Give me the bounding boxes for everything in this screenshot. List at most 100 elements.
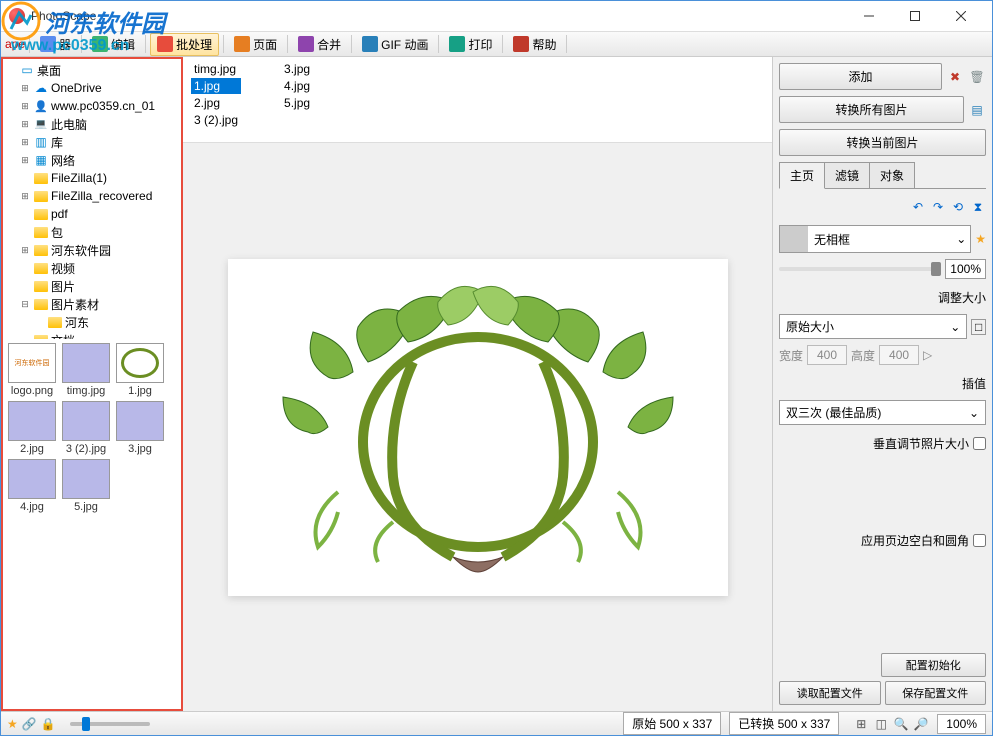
toolbar-item-edit[interactable]: 编辑 bbox=[86, 34, 141, 55]
window-title: PhotoScape bbox=[31, 9, 846, 23]
apply-size-icon[interactable]: ▷ bbox=[923, 348, 932, 362]
rotate-icon[interactable]: ⟲ bbox=[950, 199, 966, 215]
file-list-item[interactable]: 3.jpg bbox=[281, 61, 313, 77]
lock-aspect-icon[interactable]: □ bbox=[971, 319, 986, 335]
tree-item[interactable]: ⊞▥库 bbox=[5, 133, 179, 151]
redo-icon[interactable]: ↷ bbox=[930, 199, 946, 215]
thumbnail[interactable]: 1.jpg bbox=[115, 343, 165, 397]
convert-all-button[interactable]: 转换所有图片 bbox=[779, 96, 964, 123]
actual-size-icon[interactable]: ◫ bbox=[873, 716, 889, 732]
thumb-zoom-slider[interactable] bbox=[70, 722, 150, 726]
tree-item[interactable]: ⊞FileZilla_recovered bbox=[5, 187, 179, 205]
resize-title: 调整大小 bbox=[779, 285, 986, 308]
flip-icon[interactable]: ⧗ bbox=[970, 199, 986, 215]
toolbar-item-batch[interactable]: 批处理 bbox=[150, 33, 219, 56]
thumbnail[interactable]: 2.jpg bbox=[7, 401, 57, 455]
tree-item[interactable]: 文档 bbox=[5, 331, 179, 339]
toolbar-item-view[interactable]: 器 bbox=[34, 34, 77, 55]
trash-icon[interactable]: 🗑 bbox=[968, 68, 986, 86]
margin-round-checkbox[interactable] bbox=[973, 534, 986, 547]
interp-value: 双三次 (最佳品质) bbox=[786, 404, 881, 421]
tree-item[interactable]: ⊞👤www.pc0359.cn_01 bbox=[5, 97, 179, 115]
tree-item[interactable]: FileZilla(1) bbox=[5, 169, 179, 187]
tree-item[interactable]: 图片 bbox=[5, 277, 179, 295]
undo-icon[interactable]: ↶ bbox=[910, 199, 926, 215]
zoom-out-icon[interactable]: 🔍 bbox=[893, 716, 909, 732]
chevron-down-icon: ⌄ bbox=[969, 406, 979, 420]
frame-select[interactable]: 无相框 ⌄ bbox=[779, 225, 971, 253]
preview-image bbox=[228, 259, 728, 596]
folder-tree[interactable]: ▭桌面⊞☁OneDrive⊞👤www.pc0359.cn_01⊞💻此电脑⊞▥库⊞… bbox=[3, 59, 181, 339]
zoom-in-icon[interactable]: 🔎 bbox=[913, 716, 929, 732]
file-list-item[interactable]: 3 (2).jpg bbox=[191, 112, 241, 128]
load-config-button[interactable]: 读取配置文件 bbox=[779, 681, 881, 705]
vertical-adjust-checkbox[interactable] bbox=[973, 437, 986, 450]
toolbar-item-help[interactable]: 帮助 bbox=[507, 34, 562, 55]
close-button[interactable] bbox=[938, 1, 984, 31]
reset-config-button[interactable]: 配置初始化 bbox=[881, 653, 987, 677]
list-icon[interactable]: ▤ bbox=[968, 101, 986, 119]
tree-item[interactable]: ⊟图片素材 bbox=[5, 295, 179, 313]
tree-item[interactable]: 视频 bbox=[5, 259, 179, 277]
width-input[interactable] bbox=[807, 345, 847, 365]
tab-1[interactable]: 滤镜 bbox=[824, 162, 870, 188]
star-icon[interactable]: ★ bbox=[975, 232, 986, 246]
preview-area[interactable] bbox=[183, 143, 772, 711]
right-panel: 添加 ✖ 🗑 转换所有图片 ▤ 转换当前图片 主页滤镜对象 ↶ ↷ ⟲ ⧗ 无相… bbox=[772, 57, 992, 711]
tree-item[interactable]: ▭桌面 bbox=[5, 61, 179, 79]
thumbnail[interactable]: 5.jpg bbox=[61, 459, 111, 513]
convert-current-button[interactable]: 转换当前图片 bbox=[779, 129, 986, 156]
thumbnail[interactable]: 河东软件园logo.png bbox=[7, 343, 57, 397]
file-list-item[interactable]: 2.jpg bbox=[191, 95, 241, 111]
frame-value: 无相框 bbox=[808, 231, 952, 248]
tab-0[interactable]: 主页 bbox=[779, 162, 825, 189]
minimize-button[interactable] bbox=[846, 1, 892, 31]
tree-item[interactable]: 包 bbox=[5, 223, 179, 241]
file-list-item[interactable]: 1.jpg bbox=[191, 78, 241, 94]
file-list-item[interactable]: 5.jpg bbox=[281, 95, 313, 111]
toolbar-item-gif[interactable]: GIF 动画 bbox=[356, 34, 434, 55]
height-input[interactable] bbox=[879, 345, 919, 365]
tab-2[interactable]: 对象 bbox=[869, 162, 915, 188]
add-button[interactable]: 添加 bbox=[779, 63, 942, 90]
zoom-value: 100% bbox=[937, 714, 986, 734]
thumbnail-grid[interactable]: 河东软件园logo.pngtimg.jpg1.jpg 2.jpg3 (2).jpg… bbox=[3, 339, 181, 709]
save-config-button[interactable]: 保存配置文件 bbox=[885, 681, 987, 705]
toolbar-item-merge[interactable]: 合并 bbox=[292, 34, 347, 55]
toolbar-item-page[interactable]: 页面 bbox=[228, 34, 283, 55]
tree-item[interactable]: ⊞☁OneDrive bbox=[5, 79, 179, 97]
thumbnail[interactable]: 3.jpg bbox=[115, 401, 165, 455]
resize-mode-value: 原始大小 bbox=[786, 318, 834, 335]
tree-item[interactable]: pdf bbox=[5, 205, 179, 223]
tree-item[interactable]: ⊞河东软件园 bbox=[5, 241, 179, 259]
tree-item[interactable]: ⊞💻此电脑 bbox=[5, 115, 179, 133]
maximize-button[interactable] bbox=[892, 1, 938, 31]
tree-item[interactable]: 河东 bbox=[5, 313, 179, 331]
window-titlebar: PhotoScape bbox=[1, 1, 992, 31]
thumbnail[interactable]: 4.jpg bbox=[7, 459, 57, 513]
fit-icon[interactable]: ⊞ bbox=[853, 716, 869, 732]
thumbnail[interactable]: timg.jpg bbox=[61, 343, 111, 397]
orig-size-label: 原始 500 x 337 bbox=[623, 712, 721, 735]
thumbnail[interactable]: 3 (2).jpg bbox=[61, 401, 111, 455]
favorite-icon[interactable]: ★ bbox=[7, 717, 18, 731]
opacity-slider[interactable] bbox=[779, 267, 941, 271]
link-icon[interactable]: 🔗 bbox=[22, 717, 37, 731]
file-list[interactable]: timg.jpg1.jpg2.jpg3 (2).jpg 3.jpg4.jpg5.j… bbox=[183, 57, 772, 143]
width-label: 宽度 bbox=[779, 347, 803, 364]
delete-icon[interactable]: ✖ bbox=[946, 68, 964, 86]
interp-select[interactable]: 双三次 (最佳品质) ⌄ bbox=[779, 400, 986, 425]
toolbar-label[interactable]: ape bbox=[5, 37, 25, 51]
lock-icon[interactable]: 🔒 bbox=[41, 717, 56, 731]
file-list-item[interactable]: timg.jpg bbox=[191, 61, 241, 77]
chevron-down-icon: ⌄ bbox=[950, 320, 960, 334]
opacity-value: 100% bbox=[945, 259, 986, 279]
file-list-item[interactable]: 4.jpg bbox=[281, 78, 313, 94]
edit-tool-icons: ↶ ↷ ⟲ ⧗ bbox=[779, 195, 986, 219]
left-panel: ▭桌面⊞☁OneDrive⊞👤www.pc0359.cn_01⊞💻此电脑⊞▥库⊞… bbox=[1, 57, 183, 711]
resize-mode-select[interactable]: 原始大小 ⌄ bbox=[779, 314, 967, 339]
vertical-adjust-label: 垂直调节照片大小 bbox=[873, 435, 969, 452]
tree-item[interactable]: ⊞▦网络 bbox=[5, 151, 179, 169]
toolbar-item-print[interactable]: 打印 bbox=[443, 34, 498, 55]
chevron-down-icon: ⌄ bbox=[952, 232, 970, 246]
